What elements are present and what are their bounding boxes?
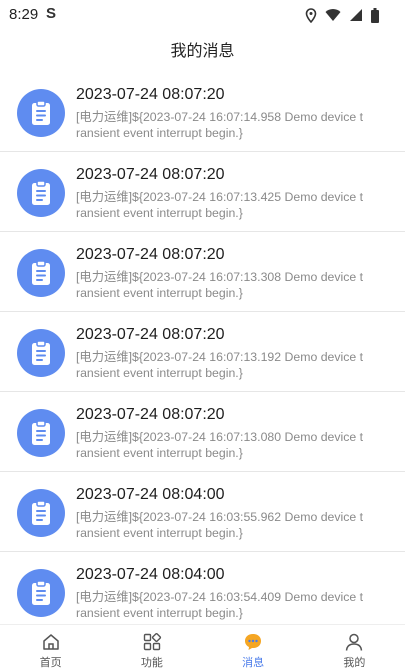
- tab-label: 首页: [39, 657, 62, 669]
- tab-label: 功能: [140, 657, 163, 669]
- message-item[interactable]: 2023-07-24 08:07:20 [电力运维]${2023-07-24 1…: [0, 72, 405, 152]
- message-avatar: [17, 329, 65, 377]
- message-avatar: [17, 249, 65, 297]
- message-title: 2023-07-24 08:07:20: [76, 166, 225, 183]
- clipboard-icon: [32, 180, 50, 205]
- message-text: [电力运维]${2023-07-24 16:07:14.958 Demo dev…: [76, 110, 364, 140]
- signal-icon: [350, 9, 362, 21]
- tab-profile[interactable]: 我的: [304, 625, 405, 670]
- message-text: [电力运维]${2023-07-24 16:03:54.409 Demo dev…: [76, 590, 364, 620]
- tab-label: 消息: [242, 657, 265, 669]
- message-avatar: [17, 89, 65, 137]
- tab-functions[interactable]: 功能: [101, 625, 202, 670]
- message-text: [电力运维]${2023-07-24 16:07:13.192 Demo dev…: [76, 350, 364, 380]
- message-avatar: [17, 169, 65, 217]
- status-icons: [305, 7, 379, 23]
- message-item[interactable]: 2023-07-24 08:07:20 [电力运维]${2023-07-24 1…: [0, 392, 405, 472]
- message-avatar: [17, 489, 65, 537]
- grid-icon: [142, 632, 162, 652]
- message-avatar: [17, 569, 65, 617]
- message-title: 2023-07-24 08:04:00: [76, 566, 225, 583]
- message-avatar: [17, 409, 65, 457]
- clipboard-icon: [32, 580, 50, 605]
- status-bar: 8:29 S: [0, 0, 405, 30]
- message-item[interactable]: 2023-07-24 08:07:20 [电力运维]${2023-07-24 1…: [0, 312, 405, 392]
- home-icon: [41, 632, 61, 652]
- message-title: 2023-07-24 08:04:00: [76, 486, 225, 503]
- clipboard-icon: [32, 500, 50, 525]
- bottom-tab-bar: 首页 功能 消息 我的: [0, 624, 405, 670]
- clipboard-icon: [32, 340, 50, 365]
- user-icon: [344, 632, 364, 652]
- tab-home[interactable]: 首页: [0, 625, 101, 670]
- page-title: 我的消息: [170, 43, 235, 60]
- location-icon: [305, 7, 317, 23]
- message-text: [电力运维]${2023-07-24 16:07:13.308 Demo dev…: [76, 270, 364, 300]
- message-item[interactable]: 2023-07-24 08:07:20 [电力运维]${2023-07-24 1…: [0, 152, 405, 232]
- message-icon: [243, 632, 263, 652]
- clipboard-icon: [32, 260, 50, 285]
- message-text: [电力运维]${2023-07-24 16:07:13.425 Demo dev…: [76, 190, 364, 220]
- tab-messages[interactable]: 消息: [203, 625, 304, 670]
- message-item[interactable]: 2023-07-24 08:04:00 [电力运维]${2023-07-24 1…: [0, 552, 405, 624]
- message-text: [电力运维]${2023-07-24 16:07:13.080 Demo dev…: [76, 430, 364, 460]
- message-title: 2023-07-24 08:07:20: [76, 86, 225, 103]
- message-list[interactable]: 2023-07-24 08:07:20 [电力运维]${2023-07-24 1…: [0, 72, 405, 624]
- page-header: 我的消息: [0, 30, 405, 66]
- message-title: 2023-07-24 08:07:20: [76, 246, 225, 263]
- message-item[interactable]: 2023-07-24 08:04:00 [电力运维]${2023-07-24 1…: [0, 472, 405, 552]
- message-title: 2023-07-24 08:07:20: [76, 326, 225, 343]
- battery-icon: [371, 7, 379, 23]
- message-title: 2023-07-24 08:07:20: [76, 406, 225, 423]
- tab-label: 我的: [343, 657, 366, 669]
- message-item[interactable]: 2023-07-24 08:07:20 [电力运维]${2023-07-24 1…: [0, 232, 405, 312]
- notification-icon: S: [46, 5, 57, 22]
- message-text: [电力运维]${2023-07-24 16:03:55.962 Demo dev…: [76, 510, 364, 540]
- wifi-icon: [325, 9, 341, 21]
- clipboard-icon: [32, 100, 50, 125]
- status-time: 8:29: [9, 6, 39, 23]
- clipboard-icon: [32, 420, 50, 445]
